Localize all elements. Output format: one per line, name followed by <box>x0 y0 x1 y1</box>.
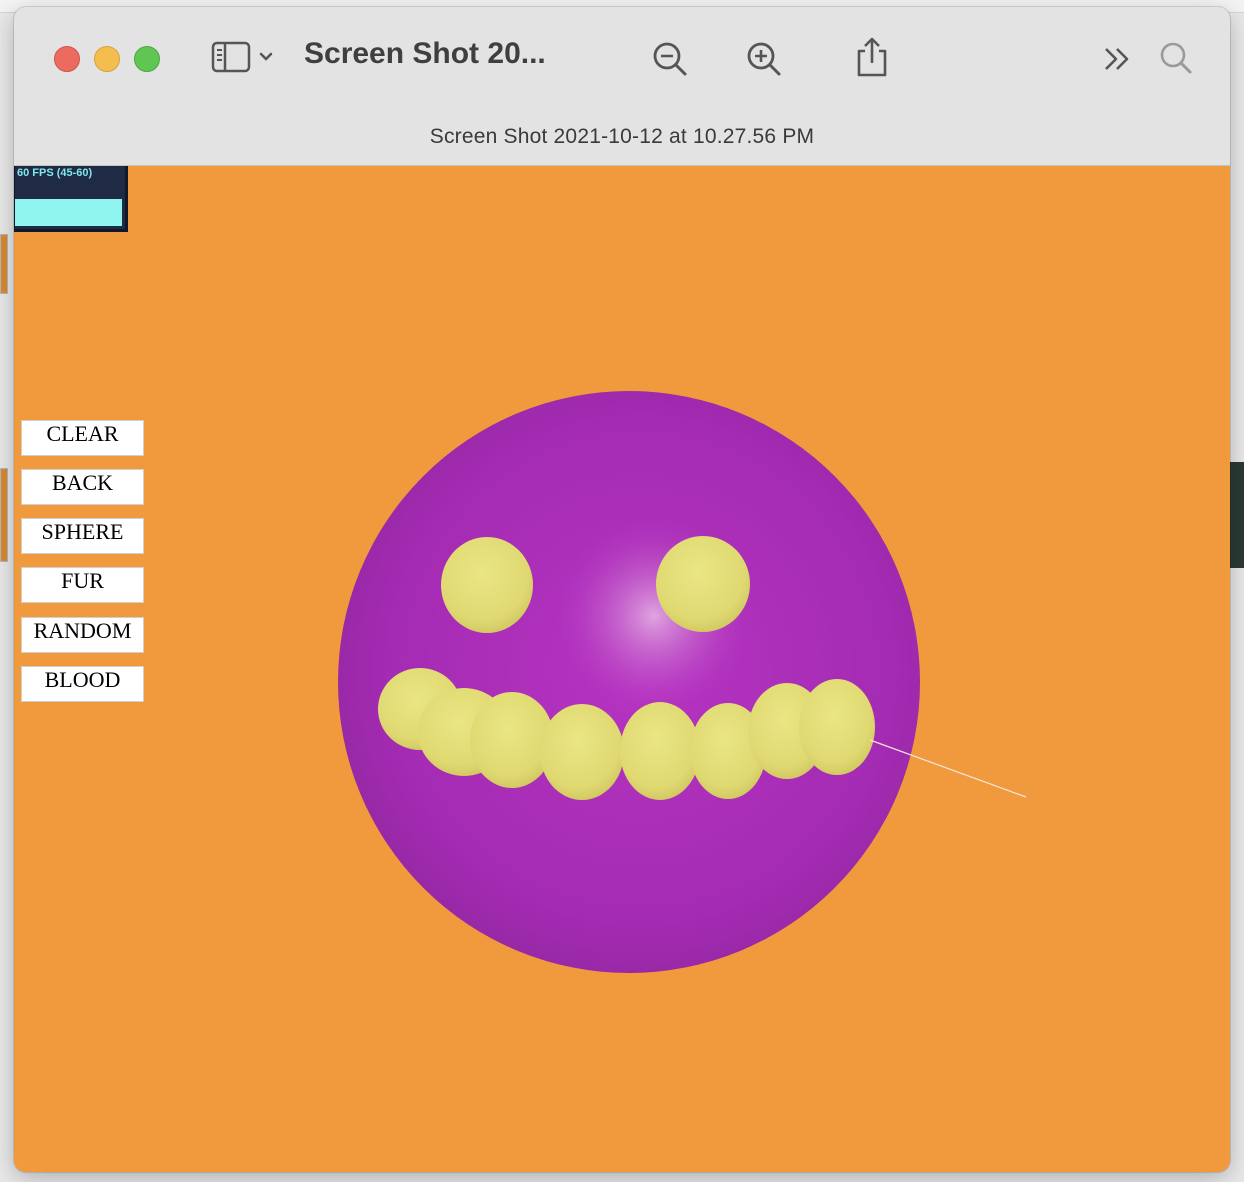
chevron-double-right-icon <box>1100 43 1134 75</box>
sphere-button[interactable]: SPHERE <box>21 518 144 554</box>
fps-graph <box>15 199 122 226</box>
clear-button[interactable]: CLEAR <box>21 420 144 456</box>
sidebar-toggle-button[interactable] <box>210 39 280 75</box>
blood-button[interactable]: BLOOD <box>21 666 144 702</box>
sphere-scene <box>338 391 1027 973</box>
share-icon <box>852 35 892 79</box>
search-icon <box>1158 39 1194 77</box>
minimize-button[interactable] <box>94 46 120 72</box>
fps-label: 60 FPS (45-60) <box>17 167 93 179</box>
window-title: Screen Shot 20... <box>304 37 546 70</box>
close-button[interactable] <box>54 46 80 72</box>
back-button[interactable]: BACK <box>21 469 144 505</box>
search-button[interactable] <box>1158 39 1194 77</box>
eye-right <box>656 536 750 632</box>
eye-left <box>441 537 533 633</box>
zoom-in-icon <box>744 39 784 79</box>
desktop-file-thumbnail <box>0 234 8 294</box>
random-button[interactable]: RANDOM <box>21 617 144 653</box>
fur-button[interactable]: FUR <box>21 567 144 603</box>
desktop-file-thumbnail <box>1230 462 1244 568</box>
title-bar: Screen Shot 20... Screen Shot 2021-10-12… <box>14 7 1230 166</box>
preview-window: Screen Shot 20... Screen Shot 2021-10-12… <box>14 7 1230 1172</box>
zoom-in-button[interactable] <box>744 39 784 79</box>
zoom-out-button[interactable] <box>650 39 690 79</box>
share-button[interactable] <box>852 35 892 79</box>
desktop-file-thumbnail <box>0 468 8 562</box>
sidebar-icon <box>210 39 280 75</box>
document-title: Screen Shot 2021-10-12 at 10.27.56 PM <box>429 125 815 148</box>
fps-stats-panel[interactable]: 60 FPS (45-60) <box>14 166 128 232</box>
zoom-out-icon <box>650 39 690 79</box>
webgl-canvas[interactable]: 60 FPS (45-60) CLEAR BACK SPHERE FUR RAN… <box>14 166 1230 1172</box>
more-tools-button[interactable] <box>1100 43 1134 75</box>
fullscreen-button[interactable] <box>134 46 160 72</box>
